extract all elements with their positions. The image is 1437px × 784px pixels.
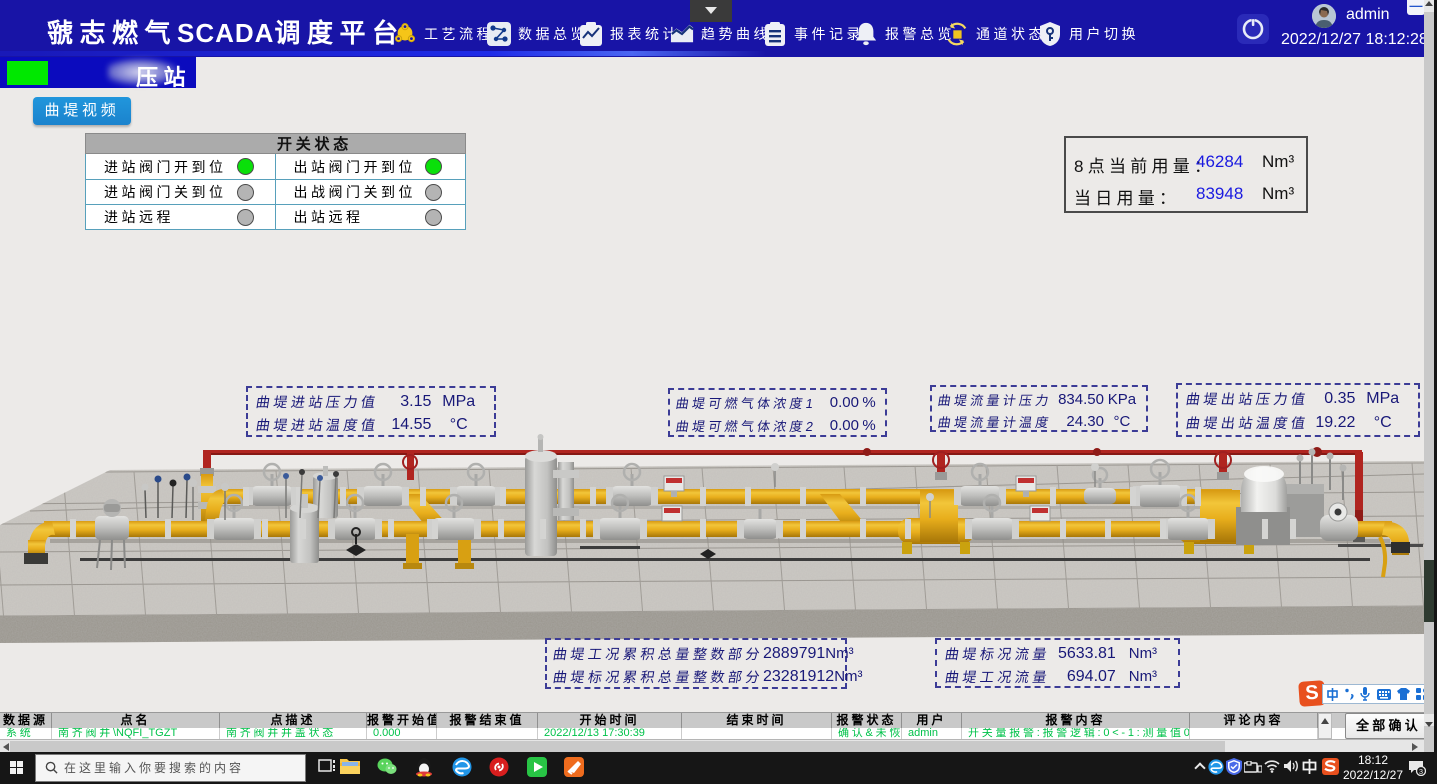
svg-text:3: 3 (1419, 767, 1423, 776)
